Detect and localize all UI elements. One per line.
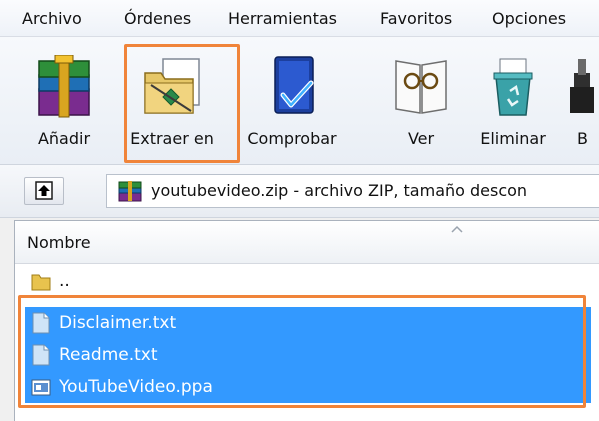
- add-button-label: Añadir: [37, 129, 91, 148]
- archive-books-icon: [38, 55, 90, 118]
- archive-path-text: youtubevideo.zip - archivo ZIP, tamaño d…: [151, 181, 528, 200]
- menu-opciones[interactable]: Opciones: [492, 0, 566, 36]
- archive-books-icon: [118, 181, 142, 202]
- partial-tool-icon: [570, 59, 594, 113]
- toolbar: Añadir Extraer en Comprobar Ver Eliminar…: [0, 37, 599, 165]
- test-button-label: Comprobar: [247, 129, 337, 148]
- view-glasses-icon: [395, 60, 447, 114]
- address-bar: youtubevideo.zip - archivo ZIP, tamaño d…: [0, 165, 599, 218]
- column-header-label: Nombre: [27, 233, 91, 252]
- up-arrow-icon: [35, 181, 53, 200]
- view-button[interactable]: Ver: [373, 47, 469, 157]
- winrar-window: Archivo Órdenes Herramientas Favoritos O…: [0, 0, 599, 421]
- folder-icon: [31, 274, 51, 291]
- parent-folder-row[interactable]: ..: [25, 265, 591, 297]
- selection-highlight-box: [18, 295, 586, 408]
- menu-ordenes[interactable]: Órdenes: [124, 0, 191, 36]
- parent-folder-label: ..: [59, 271, 70, 291]
- column-header-name[interactable]: Nombre: [15, 221, 599, 264]
- partial-toolbar-label: B: [577, 129, 588, 148]
- delete-button[interactable]: Eliminar: [465, 47, 561, 157]
- extract-highlight-box: [124, 44, 240, 163]
- up-folder-button[interactable]: [24, 177, 64, 205]
- partial-toolbar-button[interactable]: B: [553, 47, 599, 157]
- test-checkmark-icon: [274, 56, 314, 114]
- archive-path-field[interactable]: youtubevideo.zip - archivo ZIP, tamaño d…: [106, 174, 599, 208]
- delete-recycle-icon: [493, 58, 533, 116]
- add-button[interactable]: Añadir: [16, 47, 112, 157]
- test-button[interactable]: Comprobar: [244, 47, 340, 157]
- view-button-label: Ver: [407, 129, 435, 148]
- menu-archivo[interactable]: Archivo: [22, 0, 82, 36]
- menu-favoritos[interactable]: Favoritos: [380, 0, 452, 36]
- delete-button-label: Eliminar: [480, 129, 546, 148]
- menu-bar: Archivo Órdenes Herramientas Favoritos O…: [0, 0, 599, 37]
- menu-herramientas[interactable]: Herramientas: [228, 0, 337, 36]
- sort-ascending-icon: [451, 225, 463, 233]
